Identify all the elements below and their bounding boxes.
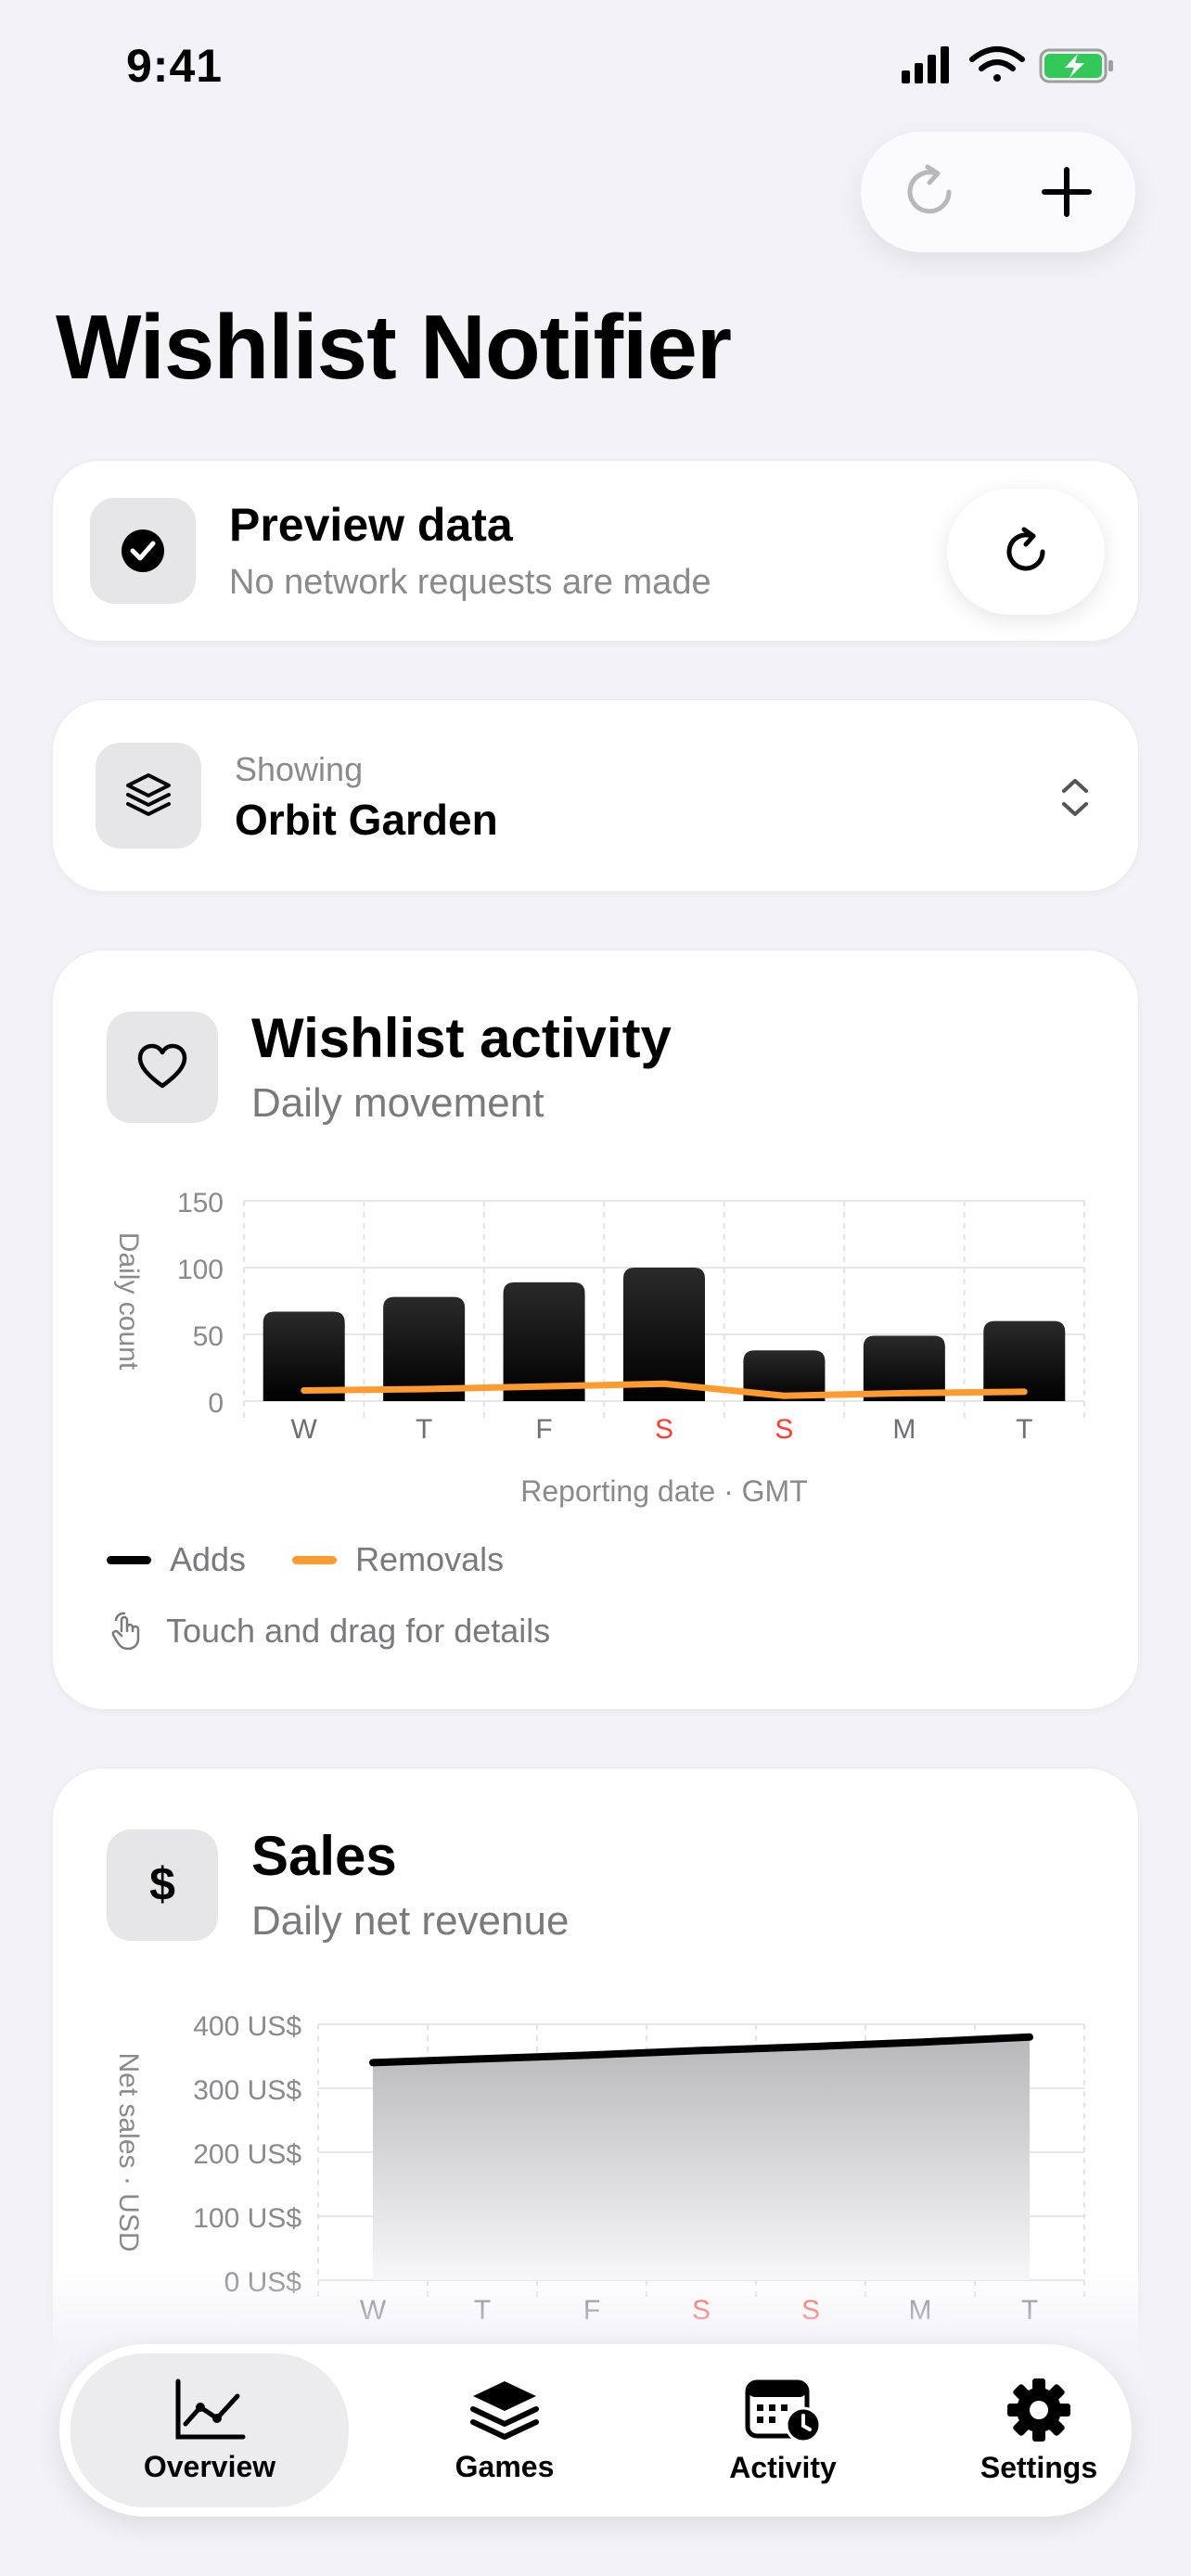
y-axis-label: Net sales · USD — [113, 2052, 144, 2251]
x-tick-label: W — [291, 1414, 318, 1445]
y-tick-label: 400 US$ — [193, 2011, 301, 2042]
top-actions — [861, 132, 1135, 252]
hand-point-icon — [111, 1612, 140, 1651]
layers-icon — [126, 773, 171, 816]
x-tick-label: S — [655, 1414, 673, 1445]
x-tick-label: F — [535, 1414, 552, 1445]
preview-data-card: Preview data No network requests are mad… — [52, 460, 1139, 642]
x-tick-label: S — [775, 1414, 793, 1445]
page-title: Wishlist Notifier — [56, 296, 732, 398]
tab-bar: Overview Games Activity Settings — [59, 2344, 1132, 2517]
x-tick-label: T — [1016, 1414, 1032, 1445]
tab-settings[interactable]: Settings — [918, 2353, 1159, 2507]
tab-settings-label: Settings — [980, 2450, 1098, 2484]
legend-adds: Adds — [170, 1540, 247, 1578]
cellular-signal-icon — [902, 46, 949, 83]
wishlist-activity-card: Wishlist activity Daily movement 0 50 100 1… — [52, 950, 1139, 1710]
layers-icon — [470, 2380, 539, 2440]
chevron-updown-icon — [1062, 779, 1088, 816]
reload-button[interactable] — [861, 132, 998, 252]
wishlist-subtitle: Daily movement — [251, 1080, 544, 1126]
x-tick-label: T — [416, 1414, 432, 1445]
y-tick-label: 100 US$ — [193, 2203, 301, 2234]
dollar-icon: $ — [149, 1859, 175, 1910]
refresh-icon — [907, 164, 952, 214]
chart-hint-text: Touch and drag for details — [166, 1612, 551, 1650]
wishlist-activity-chart[interactable]: 0 50 100 150 Daily count W T F S S M T Reporting dat… — [53, 1154, 1140, 1525]
y-tick-label: 0 — [208, 1388, 224, 1419]
gear-icon — [1007, 2378, 1070, 2442]
tab-games[interactable]: Games — [384, 2353, 625, 2507]
tab-overview[interactable]: Overview — [70, 2353, 349, 2507]
y-tick-label: 300 US$ — [193, 2075, 301, 2106]
refresh-icon — [1006, 527, 1045, 571]
x-axis-label: Reporting date · GMT — [520, 1474, 807, 1508]
chart-legend: Adds Removals — [107, 1540, 504, 1579]
battery-charging-icon — [1039, 48, 1113, 83]
plus-icon — [1042, 167, 1092, 217]
sales-subtitle: Daily net revenue — [251, 1898, 570, 1944]
tab-activity-label: Activity — [729, 2450, 837, 2484]
y-tick-label: 150 — [177, 1188, 224, 1218]
preview-title: Preview data — [229, 499, 513, 551]
x-tick-label: M — [892, 1414, 916, 1445]
heart-icon — [137, 1043, 187, 1089]
chart-line-icon — [175, 2378, 246, 2439]
add-button[interactable] — [998, 132, 1135, 252]
status-time: 9:41 — [126, 40, 224, 92]
legend-swatch-adds — [107, 1555, 151, 1564]
y-axis-label: Daily count — [113, 1232, 144, 1371]
sales-icon-tile: $ — [107, 1830, 218, 1941]
legend-swatch-removals — [292, 1555, 338, 1564]
sales-title: Sales — [251, 1825, 397, 1887]
selector-value: Orbit Garden — [235, 796, 498, 844]
preview-refresh-button[interactable] — [947, 489, 1105, 615]
tab-games-label: Games — [455, 2449, 555, 2483]
wishlist-icon-tile — [107, 1012, 218, 1123]
wishlist-title: Wishlist activity — [251, 1007, 672, 1069]
y-tick-label: 200 US$ — [193, 2139, 301, 2170]
checkmark-circle-icon — [122, 529, 164, 572]
tab-overview-label: Overview — [143, 2449, 276, 2483]
preview-icon-tile — [90, 498, 196, 604]
y-tick-label: 50 — [193, 1321, 224, 1352]
chart-hint: Touch and drag for details — [107, 1611, 550, 1651]
selector-label: Showing — [235, 750, 364, 788]
tab-activity[interactable]: Activity — [662, 2353, 903, 2507]
status-icons — [902, 46, 1113, 83]
legend-removals: Removals — [355, 1540, 505, 1578]
wifi-icon — [969, 46, 1025, 82]
svg-text:$: $ — [149, 1859, 175, 1910]
calendar-clock-icon — [745, 2379, 822, 2442]
sales-area — [373, 2036, 1030, 2280]
preview-subtitle: No network requests are made — [229, 563, 711, 602]
y-tick-label: 100 — [177, 1255, 224, 1285]
selector-icon-tile — [96, 743, 201, 848]
game-selector[interactable]: Showing Orbit Garden — [52, 699, 1139, 892]
